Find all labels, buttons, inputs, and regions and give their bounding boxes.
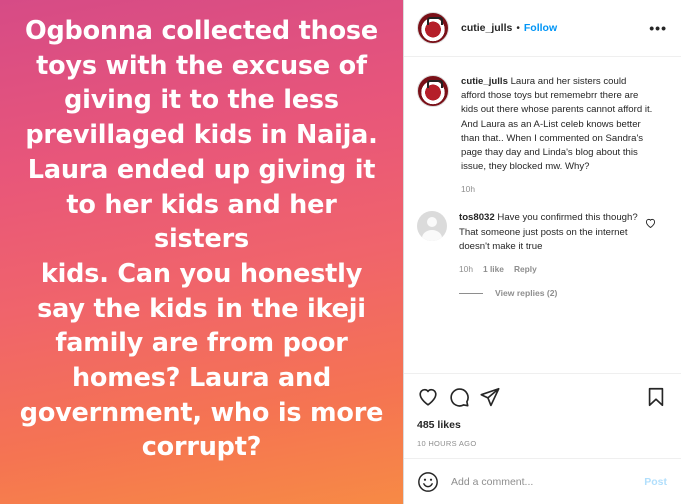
post-image-line: giving it to the less (64, 85, 339, 116)
post-timestamp[interactable]: 10 HOURS AGO (417, 439, 667, 448)
caption-body: cutie_julls Laura and her sisters could … (461, 75, 653, 194)
post-image-line: toys with the excuse of (36, 50, 367, 81)
comment-input[interactable] (451, 475, 621, 488)
post-image-line: to her kids and her sisters (66, 189, 337, 255)
post-image-line: Laura ended up giving it (27, 154, 376, 185)
comment-body: tos8032 Have you confirmed this though? … (459, 211, 639, 274)
post-image-text: Ogbonna collected those toys with the ex… (16, 14, 388, 465)
post-image-line: Ogbonna collected those (25, 16, 378, 46)
commenter-avatar[interactable] (417, 211, 447, 242)
author-avatar[interactable] (417, 12, 449, 44)
comment-likes[interactable]: 1 like (483, 264, 504, 274)
caption-text: Laura and her sisters could afford those… (461, 76, 653, 173)
comment-icon[interactable] (448, 386, 470, 408)
post-image-line: government, who is more (19, 397, 384, 428)
comment-reply-button[interactable]: Reply (514, 264, 537, 274)
heart-icon[interactable] (417, 386, 439, 408)
author-username[interactable]: cutie_julls (461, 22, 512, 34)
post-image-line: homes? Laura and (71, 363, 332, 394)
smiley-icon[interactable] (417, 471, 439, 493)
comment-meta: 10h 1 like Reply (459, 264, 639, 274)
post-image-line: kids. Can you honestly (40, 258, 363, 289)
post-image-line: family are from poor (55, 328, 348, 359)
post-image-line: previllaged kids in Naija. (25, 120, 378, 151)
more-options-icon[interactable]: ••• (649, 21, 667, 35)
caption-username[interactable]: cutie_julls (461, 76, 508, 87)
caption-comment: cutie_julls Laura and her sisters could … (417, 75, 667, 194)
paper-plane-icon[interactable] (479, 386, 501, 408)
caption-meta: 10h (461, 184, 653, 194)
follow-button[interactable]: Follow (524, 22, 557, 34)
post-image[interactable]: Ogbonna collected those toys with the ex… (0, 0, 403, 504)
caption-time[interactable]: 10h (461, 184, 475, 194)
header-separator: • (516, 22, 520, 34)
post-header: cutie_julls • Follow ••• (404, 0, 681, 57)
action-icons (417, 384, 667, 410)
comments-list[interactable]: cutie_julls Laura and her sisters could … (404, 57, 681, 298)
comment-time[interactable]: 10h (459, 264, 473, 274)
view-replies-label: View replies (2) (495, 288, 558, 299)
bookmark-icon[interactable] (645, 386, 667, 408)
post-side-panel: cutie_julls • Follow ••• cutie_julls Lau… (403, 0, 681, 504)
add-comment-bar: Post (404, 458, 681, 504)
post-actions: 485 likes 10 HOURS AGO (404, 373, 681, 448)
post-image-line: corrupt? (141, 432, 262, 463)
comment-text-block: tos8032 Have you confirmed this though? … (459, 211, 639, 254)
post-comment-button[interactable]: Post (644, 476, 667, 488)
view-replies-divider (459, 292, 483, 294)
caption-avatar[interactable] (417, 75, 449, 107)
likes-count[interactable]: 485 likes (417, 419, 667, 431)
post-viewer: Ogbonna collected those toys with the ex… (0, 0, 681, 504)
post-image-line: say the kids in the ikeji (37, 293, 366, 324)
caption-text-block: cutie_julls Laura and her sisters could … (461, 75, 653, 174)
comment-like-icon[interactable] (645, 218, 656, 231)
comment-username[interactable]: tos8032 (459, 212, 495, 223)
comment-item: tos8032 Have you confirmed this though? … (417, 211, 667, 274)
view-replies-button[interactable]: View replies (2) (459, 288, 667, 298)
